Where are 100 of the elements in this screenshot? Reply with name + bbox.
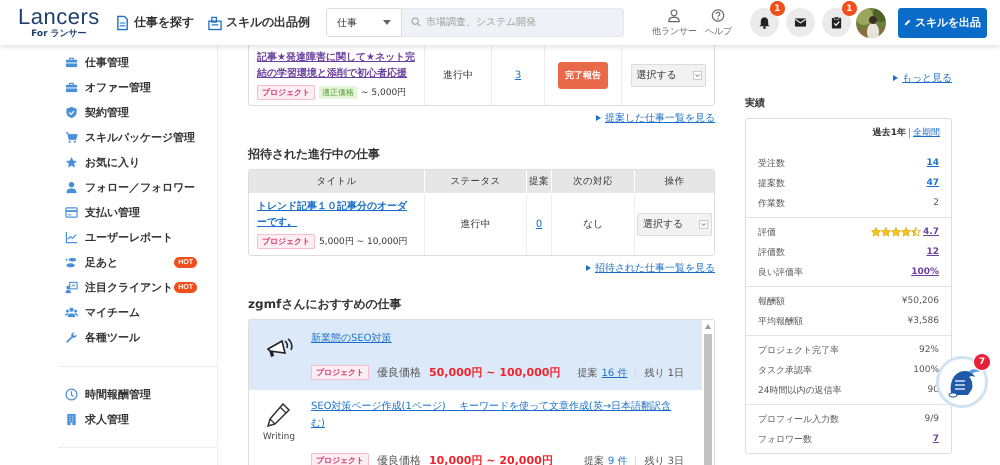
column-header: タイトル (316, 175, 358, 189)
sidebar-item[interactable]: フォロー／フォロワー (58, 175, 197, 200)
sidebar-item-label: オファー管理 (85, 80, 151, 95)
job-title-link[interactable]: 新業態のSEO対策 (311, 330, 684, 347)
sidebar-item-label: 各種ツール (85, 330, 140, 345)
job-list-item[interactable]: 新業態のSEO対策 プロジェクト 優良価格 50,000円 ~ 100,000円 提案 16 件 残り 1日 (249, 320, 702, 390)
stat-label: 良い評価率 (758, 266, 803, 278)
header-link[interactable]: 他ランサー (652, 8, 697, 38)
more-link[interactable]: 提案した仕事一覧を見る (605, 111, 715, 125)
stat-label: タスク承認率 (758, 364, 812, 376)
sidebar-item-label: 支払い管理 (85, 205, 140, 220)
operation-dropdown[interactable]: 選択する (637, 212, 712, 236)
sidebar-item-label: 時間報酬管理 (85, 387, 151, 402)
column-header: 提案 (526, 170, 551, 193)
sidebar-item-label: お気に入り (85, 155, 140, 170)
stat-label: 報酬額 (758, 296, 785, 308)
section-heading: zgmfさんにおすすめの仕事 (248, 296, 402, 312)
proposals-label: 提案 (578, 366, 598, 380)
sidebar-item[interactable]: 支払い管理 (58, 200, 197, 225)
category-dropdown[interactable]: 仕事 (326, 8, 402, 37)
sidebar-item-label: 求人管理 (85, 412, 129, 427)
stat-value-link[interactable]: 14 (926, 158, 939, 168)
stat-label: 評価数 (758, 246, 785, 258)
stat-label: 平均報酬額 (758, 316, 803, 328)
stat-value: 92% (918, 345, 939, 355)
column-header: 次の対応 (551, 170, 634, 193)
stat-value: ¥50,206 (902, 296, 939, 306)
stat-value: ¥3,586 (908, 316, 939, 326)
sidebar-item[interactable]: 契約管理 (58, 100, 197, 125)
section-heading: 実績 (745, 96, 766, 111)
price-tag: 適正価格 (319, 86, 357, 99)
sidebar-item-label: ユーザーレポート (85, 230, 173, 245)
price-label: 優良価格 (377, 365, 421, 380)
column-header: ステータス (424, 170, 526, 193)
nav-link[interactable]: スキルの出品例 (208, 14, 310, 31)
sidebar-item[interactable]: 各種ツール (58, 325, 197, 350)
stat-value: 2 (933, 198, 939, 208)
period-current: 過去1年 (872, 126, 906, 139)
sidebar-item[interactable]: 求人管理 (58, 407, 197, 432)
sidebar-item[interactable]: 仕事管理 (58, 50, 197, 75)
header-link[interactable]: ヘルプ (704, 8, 732, 38)
nav-link[interactable]: 仕事を探す (116, 14, 194, 31)
status-cell: 進行中 (424, 193, 526, 255)
notification-badge: 1 (770, 1, 785, 16)
stat-label: 受注数 (758, 158, 785, 170)
job-title-link[interactable]: トレンド記事１０記事分のオーダーです。 (257, 199, 416, 231)
proposal-count-link[interactable]: 16 件 (602, 366, 628, 380)
sidebar-item-label: 足あと (85, 255, 118, 270)
proposals-label: 提案 (584, 454, 604, 465)
remaining-days: 残り 3日 (644, 454, 684, 465)
sidebar-item-label: 注目クライアント (85, 280, 173, 295)
notification-badge: 1 (842, 1, 857, 16)
stat-label: 提案数 (758, 177, 785, 190)
period-link[interactable]: 全期間 (913, 126, 940, 139)
section-heading: 招待された進行中の仕事 (248, 146, 381, 162)
sidebar-item[interactable]: マイチーム (58, 300, 197, 325)
project-tag: プロジェクト (311, 365, 369, 380)
sidebar-item[interactable]: お気に入り (58, 150, 197, 175)
stat-label: 24時間以内の返信率 (758, 384, 842, 396)
stat-label: フォロワー数 (758, 434, 812, 446)
status-cell: 進行中 (424, 45, 491, 105)
stat-label: プロフィール入力数 (758, 413, 839, 426)
project-tag: プロジェクト (257, 234, 315, 249)
sidebar-item[interactable]: スキルパッケージ管理 (58, 125, 197, 150)
stat-value-link[interactable]: 4.7 (923, 227, 939, 237)
post-skill-button[interactable]: スキルを出品 (898, 8, 987, 38)
proposal-count-link[interactable]: 3 (514, 70, 522, 80)
logo-subtitle: For ランサー (31, 28, 87, 40)
stat-value-link[interactable]: 12 (926, 247, 939, 257)
sidebar-item[interactable]: ユーザーレポート (58, 225, 197, 250)
price-range: 50,000円 ~ 100,000円 (429, 365, 560, 380)
stat-label: 評価 (758, 226, 776, 238)
stat-value: 9/9 (924, 414, 939, 424)
proposal-count-link[interactable]: 0 (536, 218, 542, 230)
stat-value-link[interactable]: 100% (911, 267, 939, 277)
sidebar-item[interactable]: 時間報酬管理 (58, 382, 197, 407)
stat-value-link[interactable]: 7 (932, 434, 939, 444)
job-title-link[interactable]: 記事★発達障害に関して★ネット完結の学習環境と添削で初心者応援 (257, 50, 416, 82)
next-action-cell: なし (551, 193, 634, 255)
stat-value: 100% (913, 365, 939, 375)
price-text: ~ 5,000円 (361, 87, 406, 99)
proposal-count-link[interactable]: 9 件 (608, 454, 628, 465)
more-link[interactable]: もっと見る (902, 71, 952, 85)
project-tag: プロジェクト (311, 453, 369, 465)
more-link[interactable]: 招待された仕事一覧を見る (595, 261, 715, 275)
operation-dropdown[interactable]: 選択する (630, 64, 706, 86)
notification-badge: 7 (973, 353, 991, 371)
sidebar-item-label: フォロー／フォロワー (85, 180, 195, 195)
sidebar-item-label: 仕事管理 (85, 55, 129, 70)
search-field[interactable]: 市場調査、システム開発 (402, 8, 624, 37)
logo[interactable]: Lancers (18, 6, 100, 28)
sidebar-item-label: 契約管理 (85, 105, 129, 120)
stat-label: プロジェクト完了率 (758, 344, 839, 356)
project-tag: プロジェクト (257, 85, 315, 100)
category-caption: Writing (262, 432, 296, 442)
column-header: 操作 (634, 170, 714, 193)
sidebar-item[interactable]: オファー管理 (58, 75, 197, 100)
stat-value-link[interactable]: 47 (926, 178, 939, 188)
job-title-link[interactable]: SEO対策ページ作成(1ページ) キーワードを使って文章作成(英→日本語翻訳含む) (311, 398, 684, 432)
remaining-days: 残り 1日 (644, 366, 684, 380)
